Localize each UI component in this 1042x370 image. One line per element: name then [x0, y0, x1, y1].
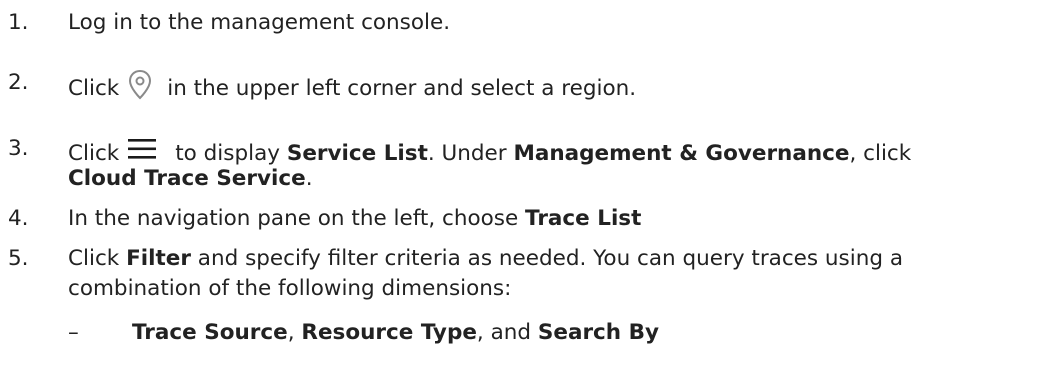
step-2-post: in the upper left corner and select a re… — [167, 76, 637, 101]
trace-source-label: Trace Source — [132, 320, 288, 345]
step-number: 4. — [8, 206, 29, 231]
menu-icon — [125, 134, 159, 164]
step-1-text: Log in to the management console. — [68, 10, 451, 35]
step-2-pre: Click — [68, 76, 120, 101]
substep-text: Trace Source, Resource Type, and Search … — [132, 318, 659, 348]
list-dash: – — [68, 320, 79, 345]
step-text: Click Filter and specify filter criteria… — [68, 244, 1038, 274]
resource-type-label: Resource Type — [301, 320, 477, 345]
cloud-trace-service-label: Cloud Trace Service — [68, 166, 306, 191]
management-governance-label: Management & Governance — [513, 141, 850, 166]
trace-list-label: Trace List — [525, 206, 642, 231]
step-number: 3. — [8, 136, 29, 161]
service-list-label: Service List — [286, 141, 428, 166]
step-text: Log in to the management console. — [68, 8, 1038, 38]
step-5-text-1: and specify filter criteria as needed. Y… — [190, 246, 904, 271]
step-3-text-1: to display — [175, 141, 287, 166]
step-text: In the navigation pane on the left, choo… — [68, 204, 1038, 234]
step-number: 1. — [8, 10, 29, 35]
step-3-pre: Click — [68, 141, 120, 166]
step-4-text-1: In the navigation pane on the left, choo… — [68, 206, 526, 231]
step-5-pre: Click — [68, 246, 127, 271]
substep-sep-1: , — [287, 320, 302, 345]
step-number: 5. — [8, 246, 29, 271]
filter-label: Filter — [126, 246, 191, 271]
step-number: 2. — [8, 70, 29, 95]
step-text: Click in the upper left corner and select… — [68, 68, 1038, 104]
step-3-text-2: . Under — [427, 141, 514, 166]
step-3-text-3: , click — [849, 141, 912, 166]
location-pin-icon — [125, 68, 155, 102]
search-by-label: Search By — [537, 320, 659, 345]
step-3-line-2: Cloud Trace Service. — [68, 164, 1038, 194]
step-5-line-2: combination of the following dimensions: — [68, 274, 1038, 304]
procedure-document: 1. Log in to the management console. 2. … — [0, 0, 1042, 370]
step-3-text-4: . — [305, 166, 313, 191]
step-5-text-2: combination of the following dimensions: — [68, 276, 512, 301]
substep-sep-2: , and — [476, 320, 538, 345]
